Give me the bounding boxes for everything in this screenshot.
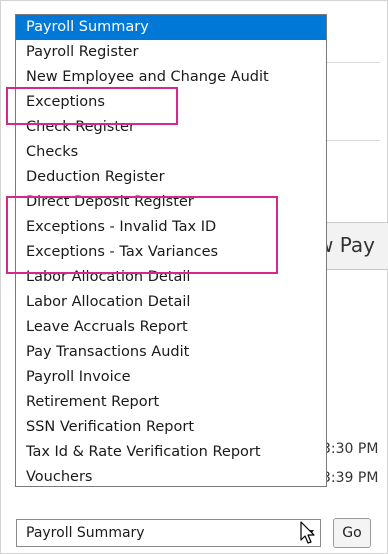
dropdown-option[interactable]: Checks [16,140,326,165]
timestamp: 3:30 PM [322,441,379,457]
dropdown-option[interactable]: Payroll Summary [16,15,326,40]
dropdown-option[interactable]: Exceptions [16,90,326,115]
divider [320,62,380,63]
report-select-value: Payroll Summary [26,525,145,541]
timestamp: 3:39 PM [322,470,379,486]
dropdown-option[interactable]: Payroll Invoice [16,365,326,390]
dropdown-option[interactable]: Vouchers [16,465,326,486]
dropdown-option[interactable]: Labor Allocation Detail [16,265,326,290]
dropdown-option[interactable]: Deduction Register [16,165,326,190]
dropdown-option[interactable]: Leave Accruals Report [16,315,326,340]
dropdown-option[interactable]: Check Register [16,115,326,140]
dropdown-option[interactable]: Tax Id & Rate Verification Report [16,440,326,465]
dropdown-option[interactable]: Payroll Register [16,40,326,65]
report-dropdown-list[interactable]: Payroll Summary Payroll Register New Emp… [15,14,327,487]
dropdown-option[interactable]: Labor Allocation Detail [16,290,326,315]
dropdown-option[interactable]: Exceptions - Invalid Tax ID [16,215,326,240]
dropdown-option[interactable]: SSN Verification Report [16,415,326,440]
mouse-pointer-icon [300,521,315,544]
dropdown-option[interactable]: Pay Transactions Audit [16,340,326,365]
go-button[interactable]: Go [333,518,371,548]
dropdown-option[interactable]: Direct Deposit Register [16,190,326,215]
dropdown-option[interactable]: Exceptions - Tax Variances [16,240,326,265]
divider [320,140,380,141]
dropdown-option[interactable]: New Employee and Change Audit [16,65,326,90]
report-select[interactable]: Payroll Summary [16,519,321,547]
dropdown-option[interactable]: Retirement Report [16,390,326,415]
